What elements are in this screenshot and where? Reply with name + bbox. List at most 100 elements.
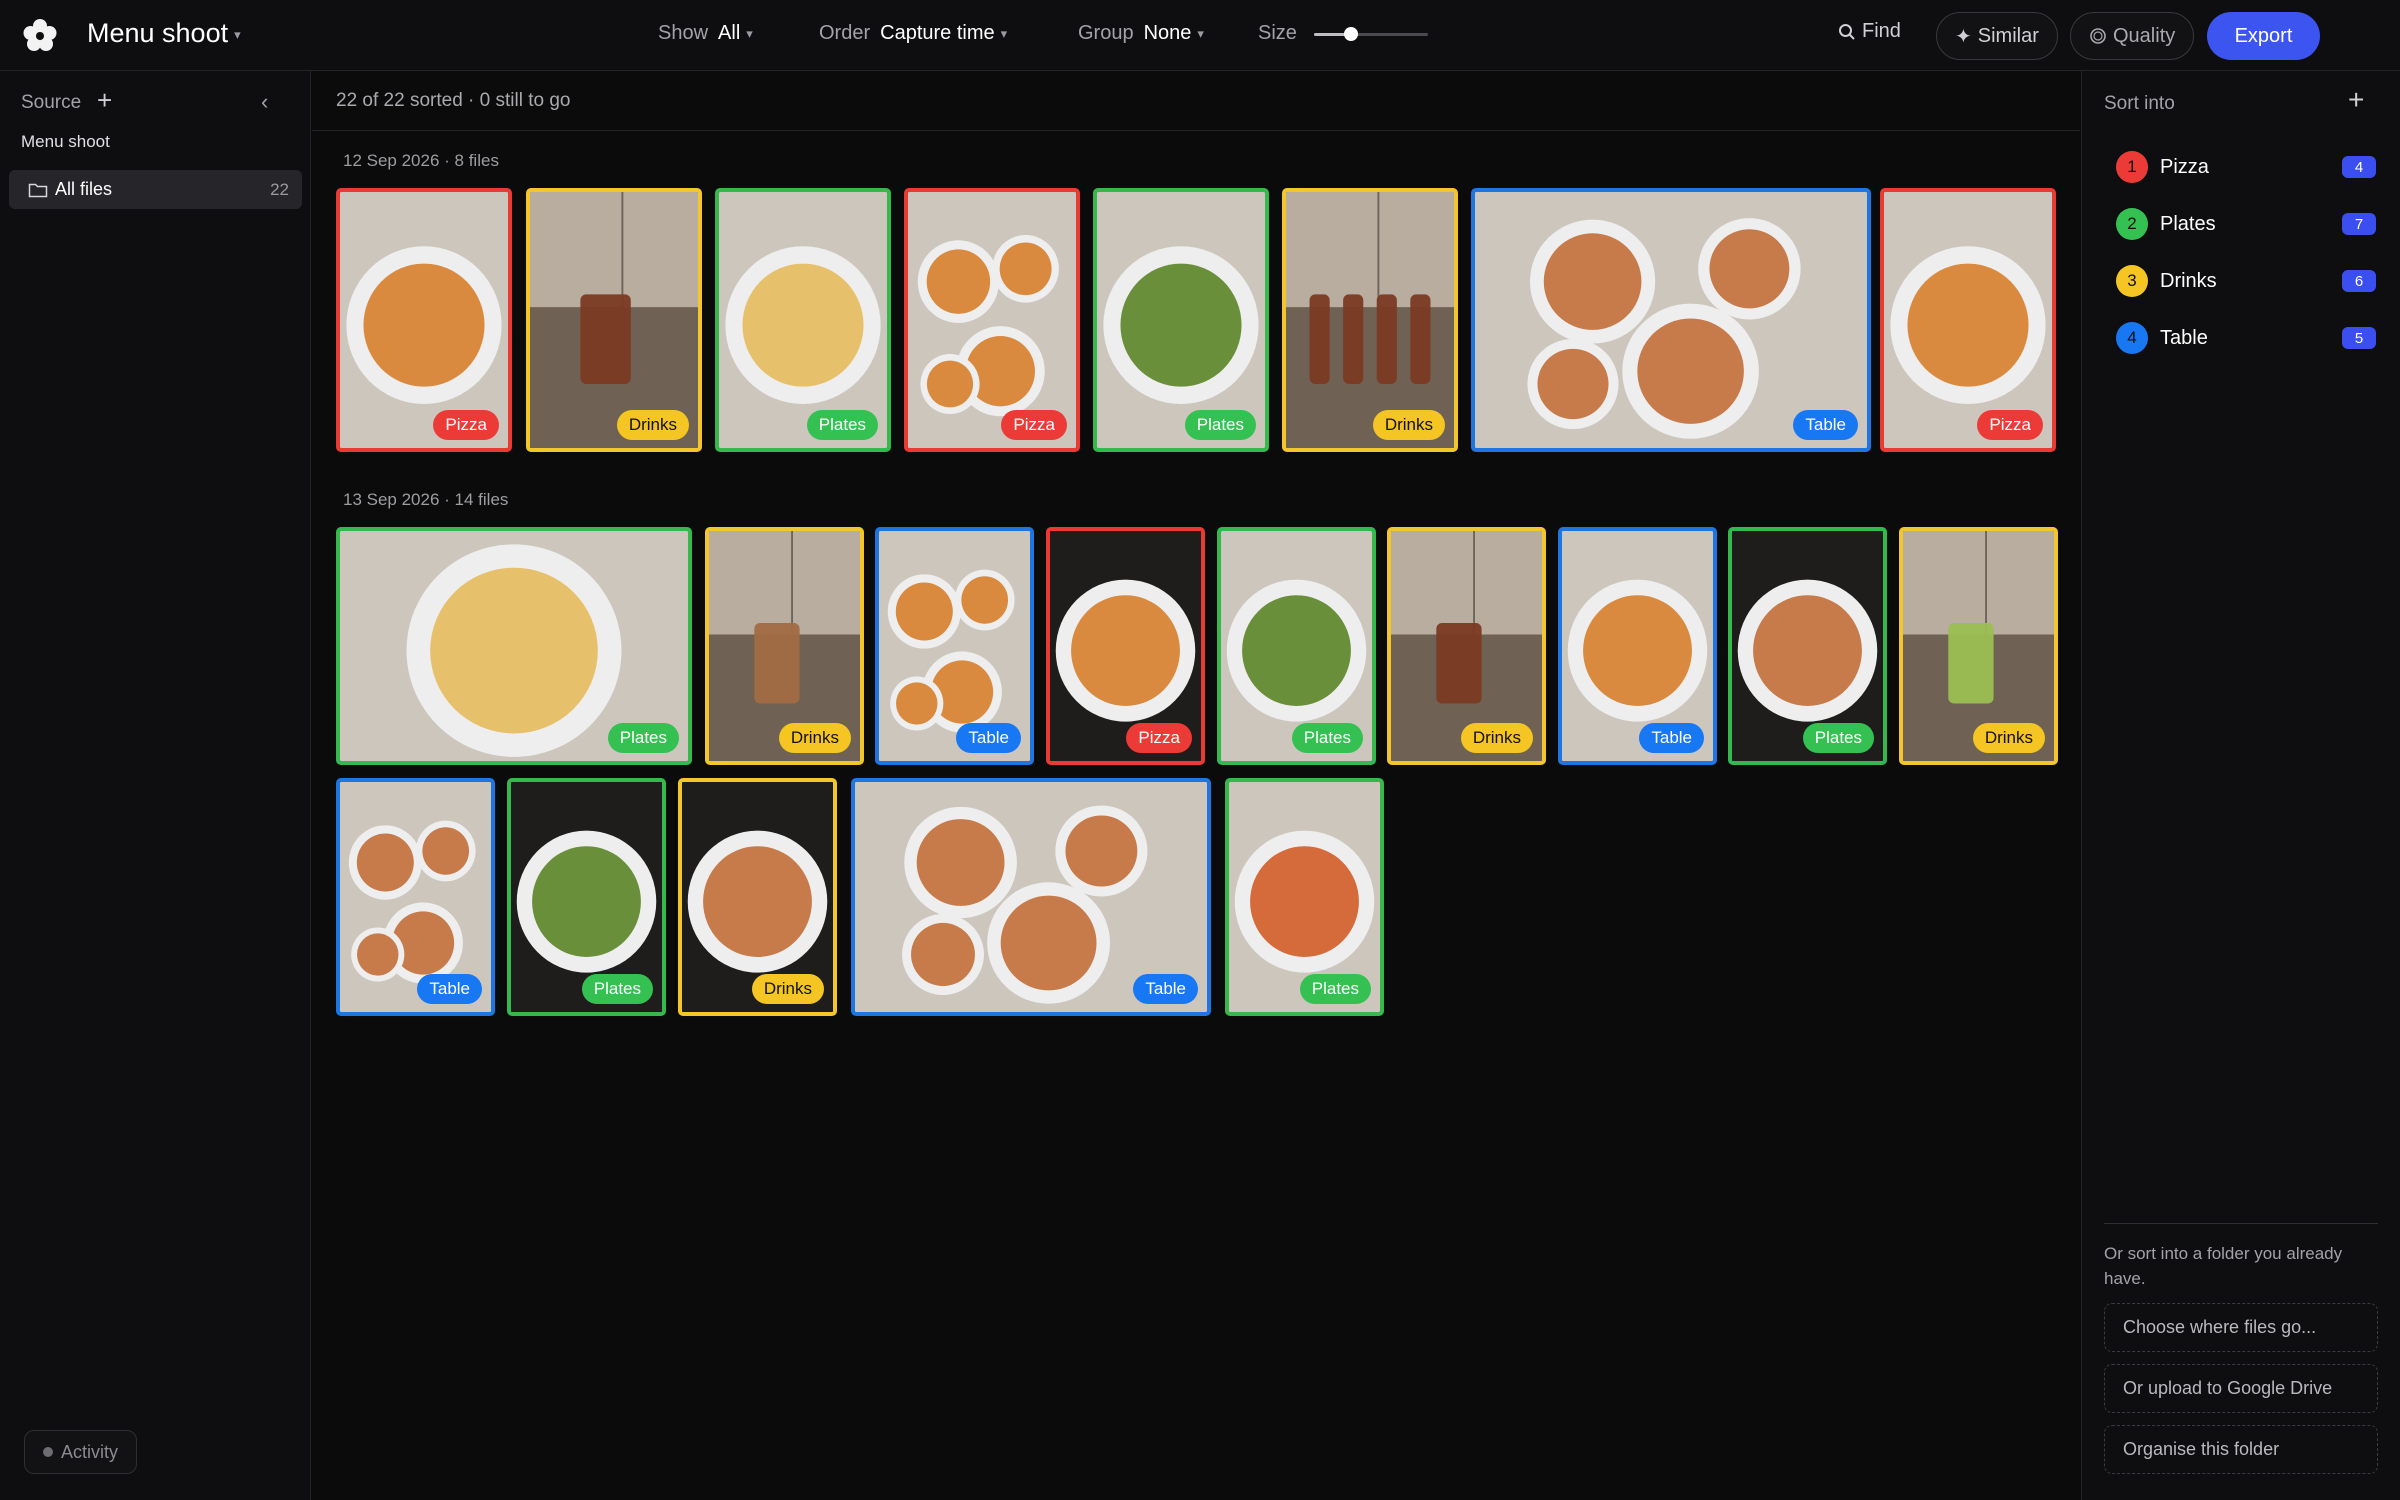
find-label: Find — [1862, 20, 1901, 42]
chevron-down-icon: ▾ — [234, 26, 241, 42]
size-slider[interactable] — [1314, 27, 1428, 41]
category-plates[interactable]: 2 Plates 7 — [2116, 206, 2376, 242]
quality-ring-icon — [2090, 28, 2106, 44]
folder-icon — [28, 183, 48, 197]
category-tag: Plates — [1291, 723, 1363, 753]
photo-thumbnail[interactable]: Plates — [1728, 527, 1887, 765]
sort-status: 22 of 22 sorted · 0 still to go — [336, 90, 571, 111]
category-tag: Drinks — [616, 410, 689, 440]
organise-folder-button[interactable]: Organise this folder — [2104, 1425, 2378, 1474]
choose-destination-button[interactable]: Choose where files go... — [2104, 1303, 2378, 1352]
category-number: 3 — [2116, 265, 2148, 297]
category-tag: Drinks — [1972, 723, 2045, 753]
photo-thumbnail[interactable]: Drinks — [705, 527, 864, 765]
category-tag: Table — [1133, 974, 1198, 1004]
category-name: Table — [2160, 326, 2208, 349]
category-tag: Table — [417, 974, 482, 1004]
category-tag: Pizza — [433, 410, 499, 440]
sort-panel: Sort into + 1 Pizza 4 2 Plates 7 3 Drink… — [2081, 71, 2400, 1500]
category-count: 4 — [2342, 156, 2376, 178]
divider — [312, 130, 2080, 131]
photo-thumbnail[interactable]: Drinks — [678, 778, 837, 1016]
photo-thumbnail[interactable]: Pizza — [1880, 188, 2056, 452]
group-dropdown[interactable]: Group None ▾ — [1078, 22, 1204, 45]
date-group-label: 12 Sep 2026 · 8 files — [343, 151, 499, 170]
photo-thumbnail[interactable]: Table — [851, 778, 1211, 1016]
show-value: All — [718, 22, 741, 44]
divider — [2104, 1223, 2378, 1224]
category-number: 1 — [2116, 151, 2148, 183]
category-number: 4 — [2116, 322, 2148, 354]
source-sidebar: Source + ‹ Menu shoot All files 22 Activ… — [0, 71, 311, 1500]
photo-thumbnail[interactable]: Table — [875, 527, 1034, 765]
similar-label: Similar — [1977, 24, 2039, 47]
top-bar: Menu shoot ▾ Show All ▾ Order Capture time ▾ … — [0, 0, 2400, 71]
flower-logo-icon[interactable] — [20, 16, 60, 56]
order-dropdown[interactable]: Order Capture time ▾ — [819, 22, 1007, 45]
group-label: Group — [1078, 22, 1134, 44]
upload-google-drive-button[interactable]: Or upload to Google Drive — [2104, 1364, 2378, 1413]
photo-thumbnail[interactable]: Drinks — [526, 188, 702, 452]
quality-label: Quality — [2113, 24, 2176, 47]
app-title-menu[interactable]: Menu shoot ▾ — [87, 18, 241, 49]
sidebar-item-all-files[interactable]: All files 22 — [9, 170, 302, 209]
category-table[interactable]: 4 Table 5 — [2116, 320, 2376, 356]
quality-button[interactable]: Quality — [2070, 12, 2195, 60]
add-source-icon[interactable]: + — [97, 85, 112, 116]
category-tag: Plates — [806, 410, 878, 440]
date-group-label: 13 Sep 2026 · 14 files — [343, 490, 509, 509]
sort-hint-text: Or sort into a folder you already have. — [2104, 1244, 2343, 1288]
photo-thumbnail[interactable]: Plates — [507, 778, 666, 1016]
sidebar-item-label: All files — [55, 179, 113, 199]
category-drinks[interactable]: 3 Drinks 6 — [2116, 263, 2376, 299]
sparkle-icon: ✦ — [1955, 25, 1972, 48]
activity-dot-icon — [43, 1447, 53, 1457]
chevron-down-icon: ▾ — [1000, 25, 1008, 41]
photo-thumbnail[interactable]: Table — [1558, 527, 1717, 765]
similar-button[interactable]: ✦ Similar — [1936, 12, 2058, 60]
show-filter[interactable]: Show All ▾ — [658, 22, 753, 45]
category-tag: Plates — [581, 974, 653, 1004]
collapse-sidebar-icon[interactable]: ‹ — [261, 89, 268, 115]
category-number: 2 — [2116, 208, 2148, 240]
category-tag: Drinks — [751, 974, 824, 1004]
photo-thumbnail[interactable]: Pizza — [336, 188, 512, 452]
photo-thumbnail[interactable]: Plates — [336, 527, 692, 765]
find-button[interactable]: Find — [1838, 20, 1901, 43]
sort-panel-title: Sort into — [2104, 93, 2175, 114]
category-tag: Drinks — [1372, 410, 1445, 440]
photo-thumbnail[interactable]: Drinks — [1899, 527, 2058, 765]
photo-thumbnail[interactable]: Table — [336, 778, 495, 1016]
chevron-down-icon: ▾ — [746, 25, 753, 41]
photo-thumbnail[interactable]: Plates — [1093, 188, 1269, 452]
add-category-icon[interactable]: + — [2348, 84, 2364, 116]
sidebar-item-count: 22 — [270, 179, 289, 199]
category-name: Drinks — [2160, 269, 2217, 292]
photo-thumbnail[interactable]: Table — [1471, 188, 1871, 452]
category-tag: Table — [1793, 410, 1858, 440]
photo-thumbnail[interactable]: Pizza — [904, 188, 1080, 452]
photo-thumbnail[interactable]: Drinks — [1387, 527, 1546, 765]
source-group-name: Menu shoot — [21, 132, 110, 151]
category-tag: Drinks — [778, 723, 851, 753]
photo-thumbnail[interactable]: Pizza — [1046, 527, 1205, 765]
activity-button[interactable]: Activity — [24, 1430, 138, 1474]
size-label: Size — [1258, 22, 1297, 44]
export-button[interactable]: Export — [2207, 12, 2320, 60]
category-count: 5 — [2342, 327, 2376, 349]
category-count: 6 — [2342, 270, 2376, 292]
photo-thumbnail[interactable]: Plates — [715, 188, 891, 452]
photo-thumbnail[interactable]: Drinks — [1282, 188, 1458, 452]
order-label: Order — [819, 22, 871, 44]
photo-thumbnail[interactable]: Plates — [1217, 527, 1376, 765]
photo-grid: 22 of 22 sorted · 0 still to go 12 Sep 2… — [312, 71, 2080, 1500]
category-pizza[interactable]: 1 Pizza 4 — [2116, 149, 2376, 185]
category-tag: Plates — [1184, 410, 1256, 440]
category-name: Pizza — [2160, 155, 2209, 178]
photo-thumbnail[interactable]: Plates — [1225, 778, 1384, 1016]
size-slider-knob[interactable] — [1344, 27, 1358, 41]
category-count: 7 — [2342, 213, 2376, 235]
category-tag: Plates — [607, 723, 679, 753]
category-tag: Table — [956, 723, 1021, 753]
activity-label: Activity — [61, 1441, 119, 1462]
